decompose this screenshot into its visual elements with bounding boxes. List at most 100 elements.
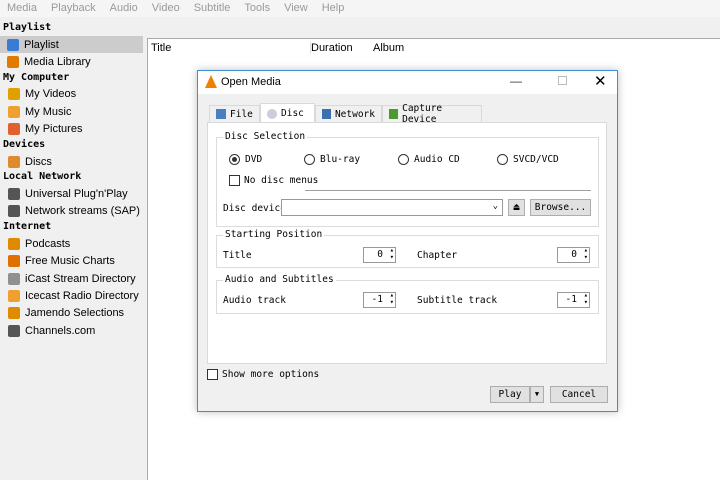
sidebar-item-label: My Music (25, 105, 72, 118)
sidebar-item-label: Icecast Radio Directory (25, 289, 139, 302)
menu-view[interactable]: View (277, 0, 315, 17)
menu-bar: Media Playback Audio Video Subtitle Tools View… (0, 0, 720, 17)
network-icon (8, 205, 20, 218)
show-more-options-checkbox[interactable]: Show more options (207, 369, 319, 380)
sidebar-item-label: Discs (25, 155, 52, 168)
group-label: Audio and Subtitles (223, 274, 336, 285)
sidebar-item[interactable]: Playlist (0, 36, 143, 53)
subtitle-track-spinbox[interactable]: -1 (557, 292, 590, 308)
capture-card-icon (389, 109, 399, 119)
menu-video[interactable]: Video (145, 0, 187, 17)
media-library-icon (7, 55, 19, 68)
play-dropdown-button[interactable]: ▼ (530, 386, 544, 403)
radio-svcd-vcd[interactable]: SVCD/VCD (497, 154, 559, 165)
tab-file[interactable]: File (209, 105, 260, 122)
title-spinbox[interactable]: 0 (363, 247, 396, 263)
film-icon (8, 88, 20, 101)
sidebar: Playlist Playlist Media Library My Computer… (0, 17, 147, 480)
sidebar-item[interactable]: Media Library (0, 53, 143, 70)
menu-help[interactable]: Help (315, 0, 352, 17)
sidebar-item[interactable]: Icecast Radio Directory (0, 287, 143, 304)
sidebar-item[interactable]: My Videos (0, 86, 143, 103)
audio-track-spinbox[interactable]: -1 (363, 292, 396, 308)
network-icon (8, 187, 20, 200)
vlc-cone-icon (205, 75, 217, 88)
sidebar-item[interactable]: Universal Plug'n'Play (0, 185, 143, 202)
title-label: Title (223, 250, 252, 261)
starting-position-group: Starting Position Title 0 Chapter 0 (216, 229, 599, 268)
group-label: Disc Selection (223, 131, 308, 142)
chapter-label: Chapter (417, 250, 458, 261)
sidebar-item-label: Media Library (24, 55, 91, 68)
browse-button[interactable]: Browse... (530, 199, 591, 216)
column-duration[interactable]: Duration (310, 42, 353, 54)
group-label: Starting Position (223, 229, 325, 240)
charts-icon (8, 255, 20, 268)
radio-bluray[interactable]: Blu-ray (304, 154, 360, 165)
minimize-button[interactable]: — (510, 74, 522, 88)
music-note-icon (8, 105, 20, 118)
sidebar-item[interactable]: Network streams (SAP) (0, 203, 143, 220)
menu-subtitle[interactable]: Subtitle (187, 0, 238, 17)
icast-icon (8, 272, 20, 285)
chapter-spinbox[interactable]: 0 (557, 247, 590, 263)
sidebar-item-label: Playlist (24, 38, 59, 51)
disc-icon (8, 155, 20, 168)
separator (305, 190, 591, 191)
sidebar-item[interactable]: Jamendo Selections (0, 305, 143, 322)
play-button[interactable]: Play (490, 386, 530, 403)
sidebar-item[interactable]: Discs (0, 153, 143, 170)
picture-icon (8, 123, 20, 136)
eject-button[interactable]: ⏏ (508, 199, 525, 216)
menu-media[interactable]: Media (0, 0, 44, 17)
menu-tools[interactable]: Tools (237, 0, 277, 17)
audio-track-label: Audio track (223, 295, 286, 306)
file-icon (216, 109, 226, 119)
sidebar-item[interactable]: Podcasts (0, 235, 143, 252)
sidebar-item[interactable]: Channels.com (0, 322, 143, 339)
channels-icon (8, 324, 20, 337)
sidebar-item-label: iCast Stream Directory (25, 272, 136, 285)
sidebar-item[interactable]: iCast Stream Directory (0, 270, 143, 287)
network-icon (322, 109, 331, 119)
sidebar-item-label: Universal Plug'n'Play (25, 187, 128, 200)
disc-panel: Disc Selection DVD Blu-ray Audio CD SVCD… (207, 122, 607, 364)
tab-disc[interactable]: Disc (260, 103, 315, 123)
column-album[interactable]: Album (373, 42, 404, 54)
sidebar-item[interactable]: My Music (0, 103, 143, 120)
section-header: Playlist (3, 22, 52, 33)
sidebar-item[interactable]: Free Music Charts (0, 253, 143, 270)
tab-capture-device[interactable]: Capture Device (382, 103, 482, 125)
no-disc-menus-checkbox[interactable]: No disc menus (229, 175, 318, 186)
sidebar-item-label: Network streams (SAP) (25, 205, 140, 218)
sidebar-item-label: Jamendo Selections (25, 307, 125, 320)
sidebar-item-label: Free Music Charts (25, 255, 115, 268)
maximize-button[interactable] (558, 76, 567, 85)
sidebar-item-label: My Videos (25, 88, 77, 101)
sidebar-item-label: Channels.com (25, 324, 96, 337)
section-header: Devices (3, 139, 46, 150)
jamendo-icon (8, 307, 20, 320)
sidebar-item-label: Podcasts (25, 237, 71, 250)
radio-dvd[interactable]: DVD (229, 154, 262, 165)
sidebar-item[interactable]: My Pictures (0, 121, 143, 138)
cancel-button[interactable]: Cancel (550, 386, 608, 403)
open-media-dialog: Open Media — ✕ File Disc Network Capture… (197, 70, 618, 412)
title-bar: Open Media — ✕ (198, 71, 617, 94)
disc-icon (267, 108, 277, 119)
menu-audio[interactable]: Audio (103, 0, 145, 17)
audio-subtitles-group: Audio and Subtitles Audio track -1 Subti… (216, 274, 599, 314)
section-header: Local Network (3, 171, 82, 183)
disc-device-combobox[interactable]: ⌄ (281, 199, 503, 216)
icecast-icon (8, 289, 20, 302)
disc-device-label: Disc device (223, 203, 286, 214)
close-button[interactable]: ✕ (594, 72, 607, 90)
radio-audio-cd[interactable]: Audio CD (398, 154, 460, 165)
section-header: My Computer (3, 71, 70, 83)
menu-playback[interactable]: Playback (44, 0, 103, 17)
dialog-title: Open Media (221, 76, 281, 88)
column-title[interactable]: Title (151, 42, 171, 54)
tab-network[interactable]: Network (315, 105, 382, 122)
subtitle-track-label: Subtitle track (417, 295, 498, 306)
playlist-icon (7, 38, 19, 51)
